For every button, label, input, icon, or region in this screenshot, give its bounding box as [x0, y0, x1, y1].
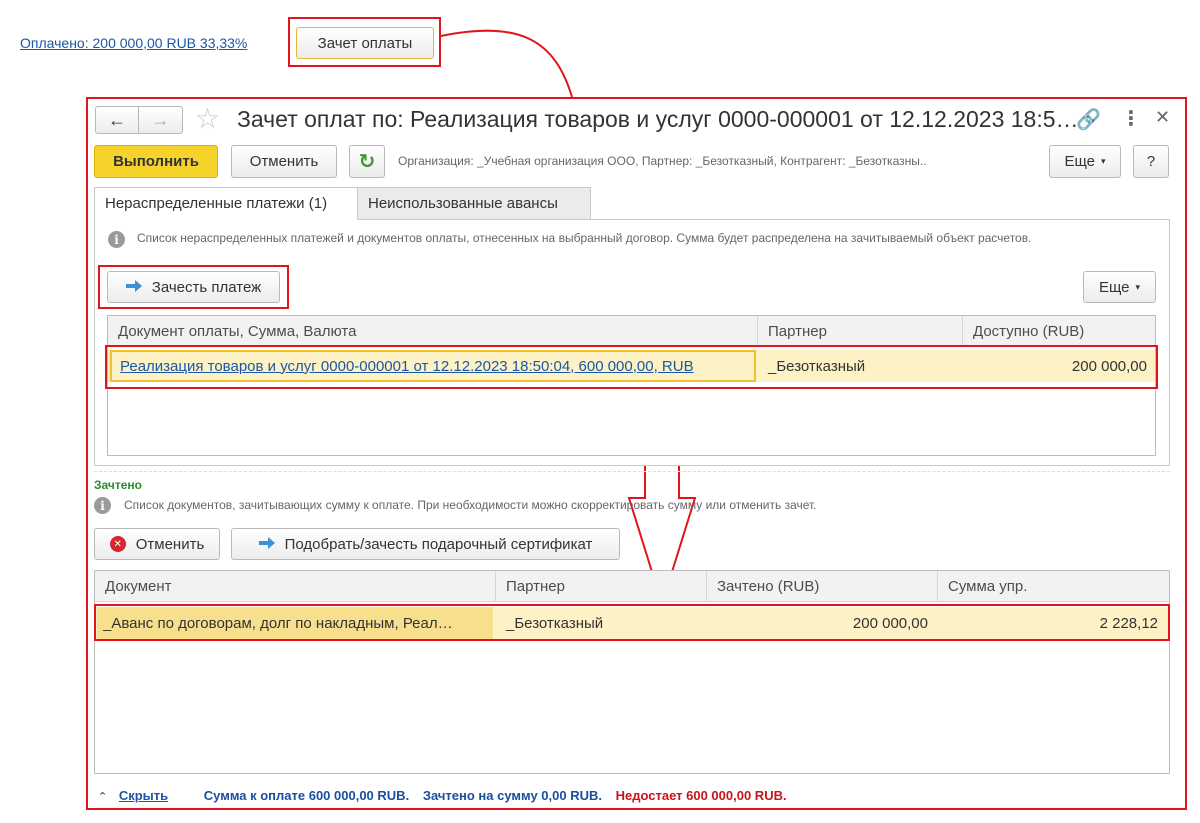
annotation-curve-arrow: [440, 29, 573, 98]
more-label: Еще: [1064, 153, 1095, 170]
column-header[interactable]: Партнер: [496, 571, 707, 602]
more-button-unallocated[interactable]: Еще ▾: [1083, 271, 1156, 303]
close-icon[interactable]: ✕: [1155, 107, 1170, 128]
document-link[interactable]: Реализация товаров и услуг 0000-000001 о…: [120, 358, 694, 375]
table-row[interactable]: Реализация товаров и услуг 0000-000001 о…: [108, 350, 1155, 382]
table-row[interactable]: _Аванс по договорам, долг по накладным, …: [95, 607, 1169, 639]
offset-amount-cell: 200 000,00: [852, 614, 928, 632]
document-cell[interactable]: _Аванс по договорам, долг по накладным, …: [97, 607, 493, 639]
forward-button[interactable]: →: [138, 106, 183, 134]
dropdown-icon: ▾: [1135, 281, 1141, 292]
paid-link[interactable]: Оплачено: 200 000,00 RUB 33,33%: [20, 35, 247, 51]
more-label: Еще: [1098, 278, 1130, 296]
section-divider: [94, 471, 1170, 472]
table-header: Документ Партнер Зачтено (RUB) Сумма упр…: [95, 571, 1169, 602]
tab-unused-advances[interactable]: Неиспользованные авансы: [357, 187, 591, 220]
chevron-up-icon[interactable]: ⌃: [98, 791, 107, 803]
unallocated-table[interactable]: Документ оплаты, Сумма, Валюта Партнер Д…: [107, 315, 1156, 456]
back-button[interactable]: ←: [95, 106, 139, 134]
info-icon: i: [94, 497, 111, 514]
arrow-right-icon: [125, 279, 142, 296]
offset-payment-button[interactable]: Зачесть платеж: [107, 271, 280, 303]
table-header: Документ оплаты, Сумма, Валюта Партнер Д…: [108, 316, 1155, 347]
refresh-icon: ↻: [358, 151, 376, 173]
partner-cell: _Безотказный: [506, 614, 604, 632]
star-icon[interactable]: ☆: [195, 104, 220, 134]
sum-mgmt-cell: 2 228,12: [1099, 614, 1158, 632]
more-button-top[interactable]: Еще ▾: [1049, 145, 1121, 178]
offset-section-title: Зачтено: [94, 478, 142, 492]
document-cell[interactable]: Реализация товаров и услуг 0000-000001 о…: [110, 350, 756, 382]
cancel-button[interactable]: Отменить: [231, 145, 337, 178]
offset-sum: Зачтено на сумму 0,00 RUB.: [422, 788, 602, 803]
org-info: Организация: _Учебная организация ООО, П…: [398, 154, 927, 168]
cancel-offset-button[interactable]: ✕ Отменить: [94, 528, 220, 560]
column-header[interactable]: Партнер: [758, 316, 963, 347]
column-header[interactable]: Зачтено (RUB): [707, 571, 938, 602]
arrow-right-icon: [258, 536, 275, 553]
gift-certificate-button[interactable]: Подобрать/зачесть подарочный сертификат: [231, 528, 620, 560]
refresh-button[interactable]: ↻: [349, 145, 385, 178]
column-header[interactable]: Документ: [95, 571, 496, 602]
more-vertical-icon[interactable]: ⋮: [1121, 106, 1141, 131]
footer: ⌃ Скрыть Сумма к оплате 600 000,00 RUB. …: [98, 788, 787, 803]
help-button[interactable]: ?: [1133, 145, 1169, 178]
sum-to-pay: Сумма к оплате 600 000,00 RUB.: [203, 788, 410, 803]
shortage: Недостает 600 000,00 RUB.: [615, 788, 787, 803]
cancel-offset-label: Отменить: [135, 535, 205, 553]
partner-cell: _Безотказный: [768, 357, 866, 375]
offset-hint: Список документов, зачитывающих сумму к …: [124, 498, 817, 512]
dropdown-icon: ▾: [1101, 156, 1106, 166]
column-header[interactable]: Документ оплаты, Сумма, Валюта: [108, 316, 758, 347]
link-icon[interactable]: 🔗: [1076, 107, 1101, 132]
hide-link[interactable]: Скрыть: [119, 788, 168, 803]
tab-unallocated-payments[interactable]: Нераспределенные платежи (1): [94, 187, 358, 220]
column-header[interactable]: Доступно (RUB): [963, 316, 1155, 347]
offset-table[interactable]: Документ Партнер Зачтено (RUB) Сумма упр…: [94, 570, 1170, 774]
available-cell: 200 000,00: [1071, 357, 1147, 375]
gift-certificate-label: Подобрать/зачесть подарочный сертификат: [284, 535, 593, 553]
column-header[interactable]: Сумма упр.: [938, 571, 1169, 602]
offset-payment-open-button[interactable]: Зачет оплаты: [296, 27, 434, 59]
cancel-circle-icon: ✕: [109, 536, 126, 552]
execute-button[interactable]: Выполнить: [94, 145, 218, 178]
unallocated-hint: Список нераспределенных платежей и докум…: [137, 231, 1032, 245]
window-title: Зачет оплат по: Реализация товаров и усл…: [237, 106, 1079, 132]
offset-payment-label: Зачесть платеж: [151, 278, 262, 296]
info-icon: i: [108, 231, 125, 248]
